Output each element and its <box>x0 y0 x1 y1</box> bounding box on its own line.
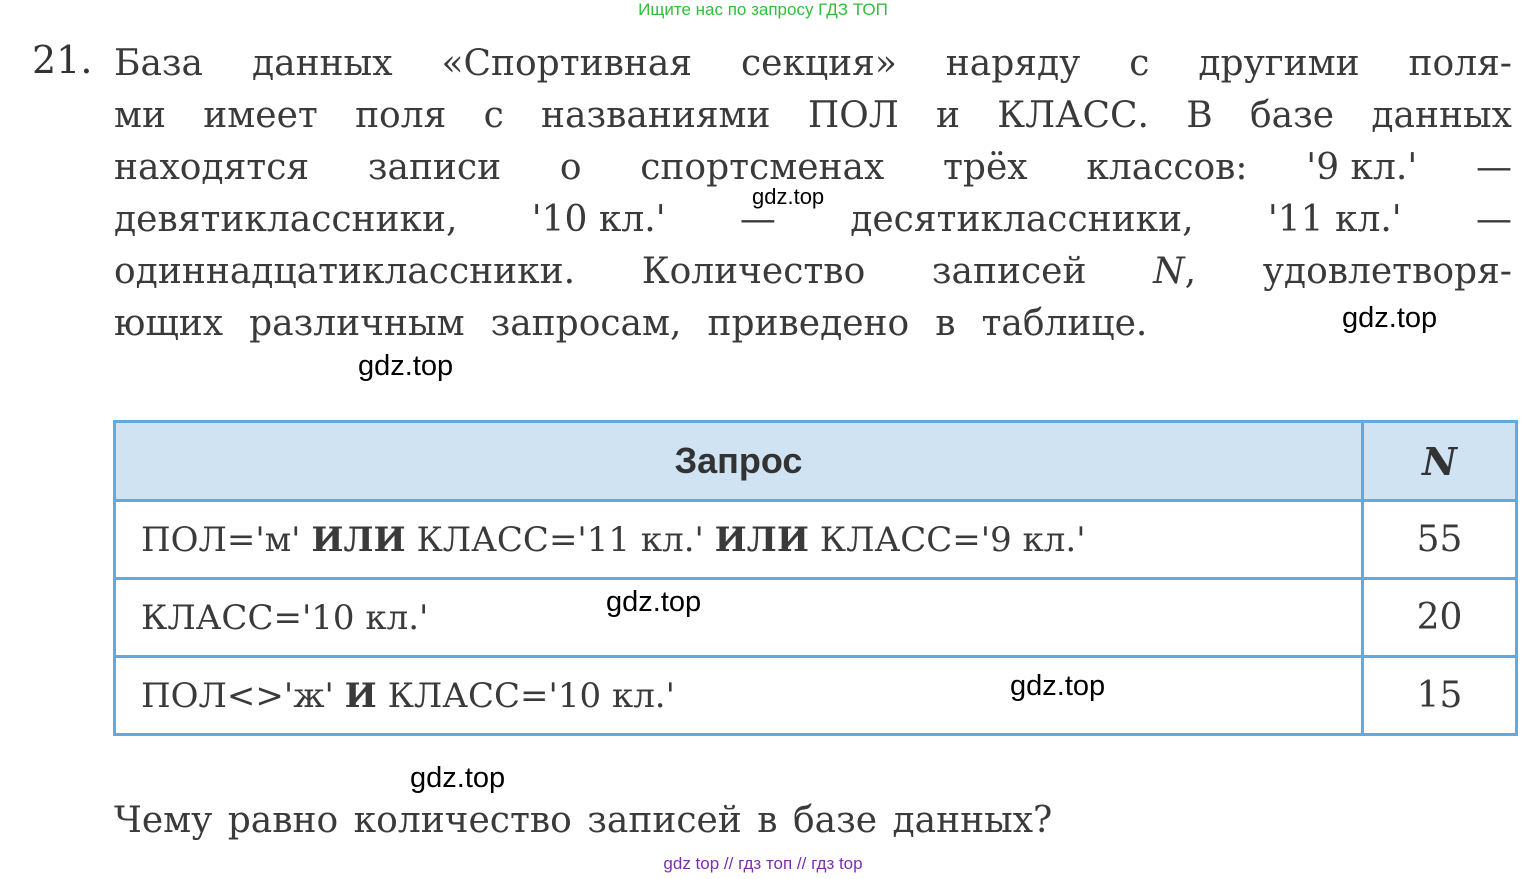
problem-word: '10 кл.' <box>531 199 666 240</box>
question-text: Чему равно количество записей в базе дан… <box>114 800 1053 841</box>
problem-word: записей <box>931 251 1087 292</box>
problem-word: десятиклассники, <box>850 199 1194 240</box>
gdz-watermark: gdz.top <box>752 184 825 209</box>
problem-word: ми <box>114 95 166 136</box>
problem-word: находятся <box>114 147 310 188</box>
query-cell: ПОЛ<>'ж' И КЛАСС='10 кл.' <box>113 655 1364 736</box>
problem-word: данных <box>251 43 393 84</box>
problem-word: записи <box>367 147 502 188</box>
count-cell: 15 <box>1361 655 1518 736</box>
problem-word: имеет <box>203 95 318 136</box>
query-part: КЛАСС='11 кл.' <box>405 519 715 560</box>
problem-word: различным <box>249 303 465 344</box>
problem-word: с <box>483 95 504 136</box>
table-header-row: Запрос N <box>113 420 1518 502</box>
problem-word: КЛАСС. <box>997 95 1149 136</box>
problem-word: другими <box>1198 43 1360 84</box>
problem-word: одиннадцатиклассники. <box>114 251 576 292</box>
count-cell: 55 <box>1361 499 1518 580</box>
query-part: КЛАСС='9 кл.' <box>809 519 1086 560</box>
problem-word: в <box>935 303 956 344</box>
problem-line-5: одиннадцатиклассники. Количество записей N,… <box>114 250 1512 294</box>
problem-word: поля <box>355 95 447 136</box>
problem-word: N, <box>1153 251 1197 292</box>
query-table: Запрос N ПОЛ='м' ИЛИ КЛАСС='11 кл.' ИЛИ … <box>113 420 1518 736</box>
problem-line-6: ющих различным запросам, приведено в таблице. <box>114 302 1512 346</box>
gdz-watermark: gdz.top <box>410 762 506 794</box>
bottom-watermark: gdz top // гдз топ // гдз top <box>663 854 863 873</box>
problem-word: названиями <box>541 95 771 136</box>
problem-number: 21. <box>32 38 93 82</box>
query-part: КЛАСС='10 кл.' <box>376 675 675 716</box>
problem-word: — <box>1476 199 1512 240</box>
problem-word: наряду <box>945 43 1081 84</box>
query-part: ПОЛ='м' <box>141 519 312 560</box>
problem-word: базе <box>1250 95 1335 136</box>
problem-word: с <box>1129 43 1150 84</box>
query-operator: ИЛИ <box>311 519 406 560</box>
problem-word: секция» <box>741 43 897 84</box>
query-cell: КЛАСС='10 кл.' <box>113 577 1364 658</box>
problem-word: поля- <box>1408 43 1512 84</box>
problem-word: девятиклассники, <box>114 199 458 240</box>
problem-word: «Спортивная <box>441 43 693 84</box>
problem-word: данных <box>1371 95 1512 136</box>
table-row: КЛАСС='10 кл.' 20 <box>113 577 1518 658</box>
problem-word: приведено <box>707 303 910 344</box>
problem-word: и <box>936 95 961 136</box>
problem-word: о <box>559 147 582 188</box>
count-cell: 20 <box>1361 577 1518 658</box>
problem-word: ПОЛ <box>807 95 899 136</box>
problem-word: '11 кл.' <box>1267 199 1402 240</box>
gdz-watermark: gdz.top <box>1010 670 1106 702</box>
query-part: ПОЛ<>'ж' <box>141 675 345 716</box>
problem-word: '9 кл.' <box>1306 147 1418 188</box>
query-cell: ПОЛ='м' ИЛИ КЛАСС='11 кл.' ИЛИ КЛАСС='9 … <box>113 499 1364 580</box>
query-operator: ИЛИ <box>714 519 809 560</box>
problem-word: — <box>1475 147 1512 188</box>
problem-word: В <box>1186 95 1213 136</box>
table-row: ПОЛ<>'ж' И КЛАСС='10 кл.' 15 <box>113 655 1518 736</box>
problem-word: запросам, <box>490 303 682 344</box>
problem-word: База <box>114 43 204 84</box>
header-n: N <box>1361 420 1518 502</box>
gdz-watermark: gdz.top <box>606 586 702 618</box>
table-row: ПОЛ='м' ИЛИ КЛАСС='11 кл.' ИЛИ КЛАСС='9 … <box>113 499 1518 580</box>
problem-word: ющих <box>114 303 224 344</box>
header-query: Запрос <box>113 420 1364 502</box>
problem-word: таблице. <box>981 303 1148 344</box>
gdz-watermark: gdz.top <box>1342 302 1438 334</box>
query-operator: И <box>344 675 377 716</box>
problem-word: удовлетворя- <box>1262 251 1512 292</box>
query-part: КЛАСС='10 кл.' <box>141 597 429 638</box>
problem-line-1: База данных «Спортивная секция» наряду с други… <box>114 42 1512 86</box>
problem-word: трёх <box>943 147 1028 188</box>
problem-word: классов: <box>1086 147 1248 188</box>
gdz-watermark: gdz.top <box>358 350 454 382</box>
top-watermark: Ищите нас по запросу ГДЗ ТОП <box>638 0 888 19</box>
problem-line-2: ми имеет поля с названиями ПОЛ и КЛАСС. Вбазе дан… <box>114 94 1512 138</box>
problem-word: Количество <box>641 251 866 292</box>
